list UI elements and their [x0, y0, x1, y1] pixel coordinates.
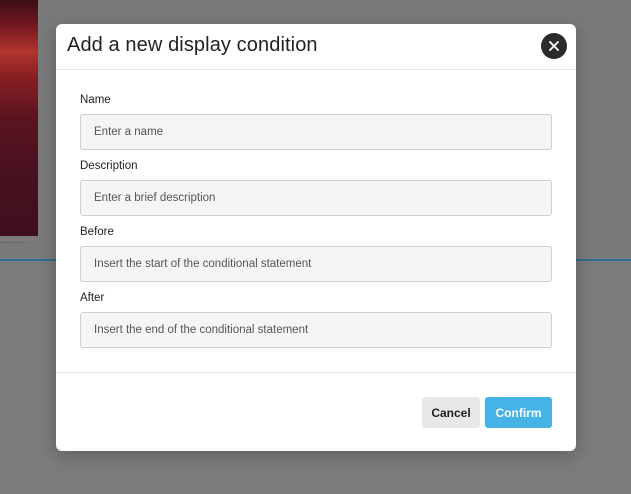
- after-label: After: [80, 292, 105, 304]
- description-input[interactable]: [80, 180, 552, 216]
- confirm-button[interactable]: Confirm: [485, 397, 552, 428]
- before-input[interactable]: [80, 246, 552, 282]
- after-input[interactable]: [80, 312, 552, 348]
- description-label: Description: [80, 160, 138, 172]
- cancel-button[interactable]: Cancel: [422, 397, 480, 428]
- name-input[interactable]: [80, 114, 552, 150]
- close-button[interactable]: [541, 33, 567, 59]
- display-condition-modal: Add a new display condition Name Descrip…: [56, 24, 576, 451]
- modal-title: Add a new display condition: [67, 34, 318, 56]
- modal-header: Add a new display condition: [56, 24, 576, 70]
- close-icon: [549, 41, 559, 51]
- name-label: Name: [80, 94, 111, 106]
- before-label: Before: [80, 226, 114, 238]
- modal-footer-divider: [56, 372, 576, 373]
- background-dotted-rule: [0, 242, 28, 243]
- background-thumbnail-image: [0, 0, 38, 236]
